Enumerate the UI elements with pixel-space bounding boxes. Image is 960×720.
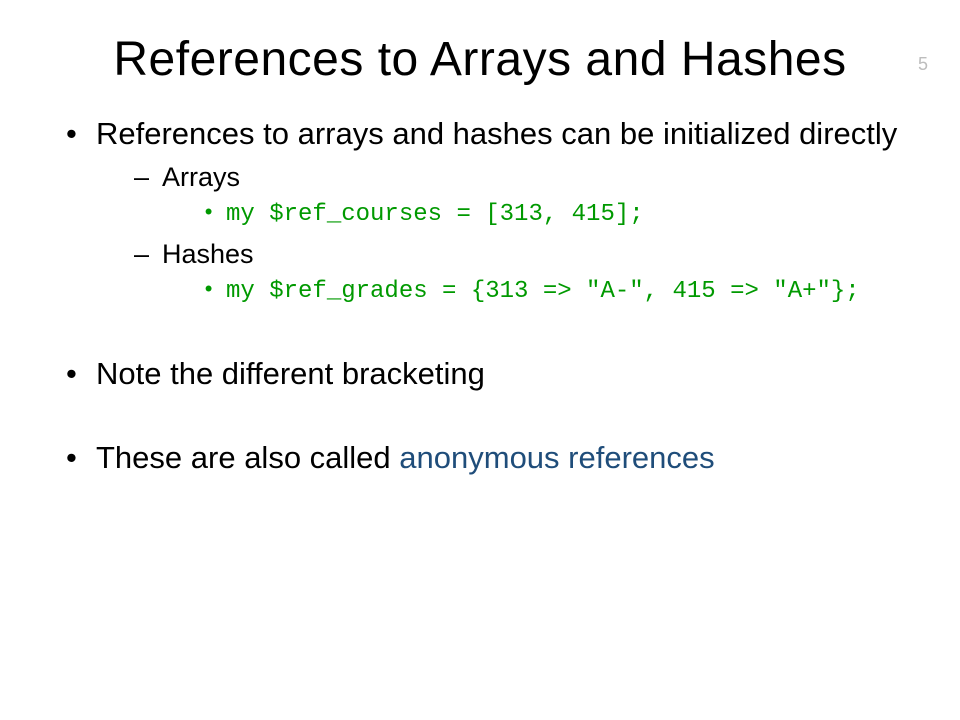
bullet-2-text: Note the different bracketing (96, 356, 485, 391)
bullet-list: References to arrays and hashes can be i… (0, 115, 960, 478)
sub-arrays-codelist: my $ref_courses = [313, 415]; (162, 199, 900, 231)
sub-hashes: Hashes my $ref_grades = {313 => "A-", 41… (134, 237, 900, 308)
sub-hashes-codelist: my $ref_grades = {313 => "A-", 415 => "A… (162, 276, 900, 308)
page-number: 5 (918, 54, 928, 75)
bullet-1-text: References to arrays and hashes can be i… (96, 116, 897, 151)
bullet-1-sublist: Arrays my $ref_courses = [313, 415]; Has… (96, 160, 900, 309)
sub-hashes-label: Hashes (162, 239, 254, 269)
bullet-3: These are also called anonymous referenc… (60, 439, 900, 478)
sub-arrays-label: Arrays (162, 162, 240, 192)
slide-title: References to Arrays and Hashes (0, 32, 960, 87)
sub-arrays: Arrays my $ref_courses = [313, 415]; (134, 160, 900, 231)
slide: 5 References to Arrays and Hashes Refere… (0, 32, 960, 720)
bullet-3-prefix: These are also called (96, 440, 399, 475)
code-hashes: my $ref_grades = {313 => "A-", 415 => "A… (202, 276, 900, 308)
bullet-3-em: anonymous references (399, 440, 714, 475)
bullet-2: Note the different bracketing (60, 355, 900, 394)
code-arrays: my $ref_courses = [313, 415]; (202, 199, 900, 231)
bullet-1: References to arrays and hashes can be i… (60, 115, 900, 309)
